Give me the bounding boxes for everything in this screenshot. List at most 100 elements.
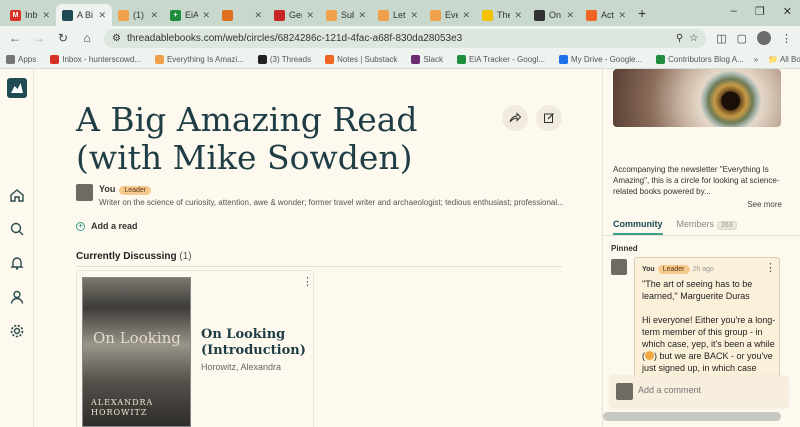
cover-title: On Looking <box>93 329 181 347</box>
tab-close-icon[interactable]: ✕ <box>410 10 418 21</box>
pinned-post[interactable]: You Leader 2h ago ⋮ "The art of seeing h… <box>634 257 780 378</box>
tab-favicon-icon <box>222 9 233 21</box>
post-menu-icon[interactable]: ⋮ <box>765 261 776 274</box>
browser-tab[interactable]: On ✕ <box>528 4 580 26</box>
members-count: 263 <box>717 221 737 230</box>
tab-favicon-icon <box>482 9 493 21</box>
see-more-link[interactable]: See more <box>747 200 782 209</box>
tab-close-icon[interactable]: ✕ <box>306 10 314 21</box>
bookmark-item[interactable]: EiA Tracker - Googl... <box>456 54 545 64</box>
add-read-button[interactable]: + Add a read <box>76 221 138 231</box>
home-icon[interactable]: ⌂ <box>80 31 94 45</box>
bookmark-item[interactable]: Everything Is Amazi... <box>154 54 244 64</box>
bell-icon[interactable] <box>9 255 25 271</box>
book-cover[interactable]: On Looking ALEXANDRA HOROWITZ <box>82 277 191 427</box>
browser-tab[interactable]: Gen ✕ <box>268 4 320 26</box>
post-body: "The art of seeing has to be learned," M… <box>642 279 776 373</box>
tab-close-icon[interactable]: ✕ <box>566 10 574 21</box>
browser-tab[interactable]: Acti✕ <box>580 4 632 26</box>
tab-close-icon[interactable]: ✕ <box>98 10 106 21</box>
zoom-icon[interactable]: ⚲ <box>676 33 683 44</box>
bookmark-item[interactable]: Notes | Substack <box>325 54 397 64</box>
page-title: A Big Amazing Read (with Mike Sowden) <box>76 101 496 177</box>
profile-icon[interactable] <box>9 289 25 305</box>
tab-close-icon[interactable]: ✕ <box>150 10 158 21</box>
post-author[interactable]: You <box>642 266 655 273</box>
address-bar[interactable]: ⚙ threadablebooks.com/web/circles/682428… <box>104 28 707 48</box>
circle-about: Accompanying the newsletter "Everything … <box>613 165 780 196</box>
tab-favicon-icon <box>378 9 389 21</box>
browser-tab[interactable]: Let' ✕ <box>372 4 424 26</box>
browser-tab[interactable]: A Bi ✕ <box>56 4 112 26</box>
threadable-logo[interactable] <box>7 78 27 98</box>
cover-author: ALEXANDRA HOROWITZ <box>91 398 154 417</box>
tab-close-icon[interactable]: ✕ <box>358 10 366 21</box>
tab-close-icon[interactable]: ✕ <box>202 10 210 21</box>
tab-title: Eve <box>445 10 459 20</box>
tab-favicon-icon <box>118 9 129 21</box>
tab-close-icon[interactable]: ✕ <box>618 10 626 21</box>
new-tab-button[interactable]: + <box>638 5 646 21</box>
tab-favicon-icon <box>586 9 597 21</box>
comment-input[interactable] <box>638 385 778 395</box>
reload-icon[interactable]: ↻ <box>56 31 70 45</box>
tab-community[interactable]: Community <box>613 219 663 235</box>
bookmark-item[interactable]: Slack <box>411 54 443 64</box>
horizontal-scrollbar[interactable] <box>603 412 781 421</box>
book-title[interactable]: On Looking (Introduction) <box>201 327 311 359</box>
browser-tab[interactable]: M Inbo ✕ <box>4 4 56 26</box>
host-row: You Leader Writer on the science of curio… <box>76 184 564 207</box>
browser-tab[interactable]: Eve ✕ <box>424 4 476 26</box>
tab-close-icon[interactable]: ✕ <box>462 10 470 21</box>
post-author-avatar[interactable] <box>611 259 627 275</box>
host-name[interactable]: You <box>99 184 115 194</box>
bookmark-item[interactable]: My Drive - Google... <box>559 54 642 64</box>
tab-close-icon[interactable]: ✕ <box>514 10 522 21</box>
browser-tab[interactable]: (1) I ✕ <box>112 4 164 26</box>
extensions-icon[interactable]: ◫ <box>716 32 726 45</box>
tab-close-icon[interactable]: ✕ <box>254 10 262 21</box>
more-bookmarks-icon[interactable]: » <box>754 55 758 64</box>
menu-icon[interactable]: ⋮ <box>781 32 792 45</box>
forward-icon[interactable]: → <box>32 31 46 45</box>
tab-strip: MInbo✕A Bi✕(1) I✕+EiA✕✕Gen✕Sub✕Let'✕Eve✕… <box>0 0 800 26</box>
book-menu-icon[interactable]: ⋮ <box>302 275 313 288</box>
back-icon[interactable]: ← <box>8 31 22 45</box>
edit-icon <box>544 113 554 123</box>
site-info-icon[interactable]: ⚙ <box>112 33 121 44</box>
home-nav-icon[interactable] <box>9 187 25 203</box>
discussing-count: (1) <box>179 251 192 262</box>
tab-members[interactable]: Members 263 <box>677 219 737 235</box>
book-card[interactable]: On Looking ALEXANDRA HOROWITZ ⋮ On Looki… <box>76 270 314 427</box>
edit-button[interactable] <box>536 105 562 131</box>
browser-tab[interactable]: ✕ <box>216 4 268 26</box>
bookmark-item[interactable]: Apps <box>6 54 36 64</box>
bookmark-star-icon[interactable]: ☆ <box>689 33 698 44</box>
comment-avatar <box>616 383 633 400</box>
restore-icon[interactable]: ❐ <box>755 5 765 18</box>
share-button[interactable] <box>502 105 528 131</box>
close-window-icon[interactable]: ✕ <box>783 5 792 18</box>
host-avatar[interactable] <box>76 184 93 201</box>
bookmark-item[interactable]: Contributors Blog A... <box>656 54 744 64</box>
browser-tab[interactable]: Sub ✕ <box>320 4 372 26</box>
tab-favicon-icon <box>430 9 441 21</box>
all-bookmarks-folder[interactable]: 📁 All Bookmarks <box>768 55 800 64</box>
add-circle-icon: + <box>76 221 85 231</box>
tab-close-icon[interactable]: ✕ <box>42 10 50 21</box>
bookmark-item[interactable]: Inbox - hunterscowd... <box>50 54 141 64</box>
settings-gear-icon[interactable] <box>9 323 25 339</box>
circle-main: A Big Amazing Read (with Mike Sowden) Yo… <box>76 69 564 427</box>
search-icon[interactable] <box>9 221 25 237</box>
bookmark-favicon-icon <box>456 54 466 64</box>
tabs-divider <box>603 235 800 236</box>
bookmark-item[interactable]: (3) Threads <box>257 54 311 64</box>
browser-tab[interactable]: The ✕ <box>476 4 528 26</box>
minimize-icon[interactable]: – <box>731 5 737 18</box>
browser-tab[interactable]: + EiA ✕ <box>164 4 216 26</box>
bookmark-label: Contributors Blog A... <box>668 54 744 64</box>
title-line-1: A Big Amazing Read <box>76 100 418 139</box>
tab-favicon-icon <box>326 9 337 21</box>
side-panel-icon[interactable]: ▢ <box>737 32 747 45</box>
profile-avatar[interactable] <box>757 31 771 45</box>
